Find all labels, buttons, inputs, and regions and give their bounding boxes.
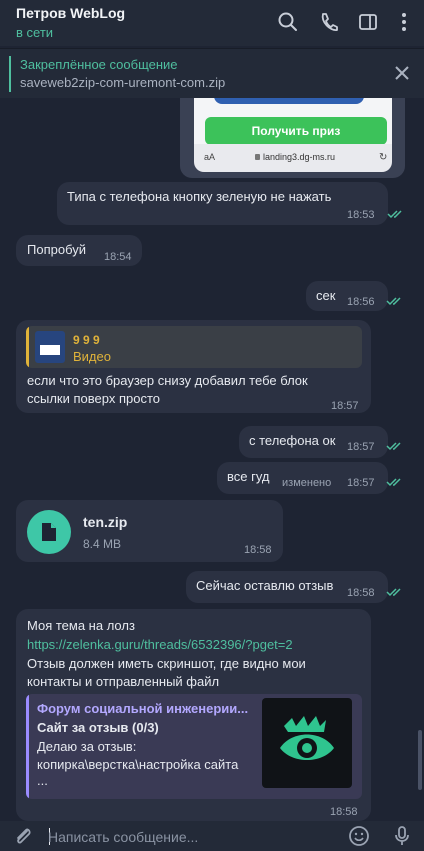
pinned-title: Закреплённое сообщение	[20, 57, 178, 72]
link-preview-desc-line: Делаю за отзыв:	[37, 739, 137, 754]
message-time: 18:56	[347, 296, 375, 308]
more-icon[interactable]	[393, 11, 415, 33]
message-outgoing[interactable]: с телефона ок 18:57	[239, 426, 401, 458]
double-check-icon	[386, 478, 401, 487]
message-time: 18:54	[104, 251, 132, 263]
message-incoming-link[interactable]: Моя тема на лолз https://zelenka.guru/th…	[16, 609, 371, 821]
file-icon-circle[interactable]	[27, 510, 71, 554]
video-thumbnail-card	[40, 345, 60, 355]
message-text-line: ссылки поверх просто	[27, 391, 160, 406]
double-check-icon	[386, 588, 401, 597]
double-check-icon	[386, 442, 401, 451]
message-text-line: если что это браузер снизу добавил тебе …	[27, 373, 308, 388]
message-text: все гуд	[227, 469, 270, 484]
link-preview-desc-line: копирка\верстка\настройка сайта	[37, 757, 239, 772]
reply-title: 9 9 9	[73, 333, 100, 347]
microphone-icon[interactable]	[391, 825, 413, 847]
screenshot-aa: aA	[204, 152, 216, 162]
file-name: ten.zip	[83, 514, 128, 530]
message-time: 18:57	[347, 477, 375, 489]
lock-icon	[255, 154, 260, 160]
message-text: Сейчас оставлю отзыв	[196, 578, 334, 593]
scrollbar[interactable]	[418, 730, 422, 790]
reply-quote[interactable]: 9 9 9 Видео	[26, 326, 362, 368]
screenshot-url: landing3.dg-ms.ru	[263, 152, 336, 162]
pinned-accent-bar	[9, 56, 11, 92]
message-time: 18:58	[244, 544, 272, 556]
pinned-message[interactable]: Закреплённое сообщение saveweb2zip-com-u…	[0, 48, 424, 98]
double-check-icon	[387, 210, 402, 219]
link-preview-title: Сайт за отзыв (0/3)	[37, 720, 159, 735]
message-text-line: Моя тема на лолз	[27, 618, 135, 633]
video-thumbnail	[35, 331, 65, 363]
reply-accent-bar	[26, 326, 29, 368]
pinned-text: saveweb2zip-com-uremont-com.zip	[20, 75, 226, 90]
message-text-line: Отзыв должен иметь скриншот, где видно м…	[27, 656, 306, 671]
message-text: с телефона ок	[249, 433, 336, 448]
close-icon[interactable]	[394, 65, 410, 81]
link-preview[interactable]: Форум социальной инженерии... Сайт за от…	[26, 694, 362, 799]
message-time: 18:57	[347, 441, 375, 453]
message-incoming-reply[interactable]: 9 9 9 Видео если что это браузер снизу д…	[16, 320, 371, 413]
message-outgoing[interactable]: все гуд изменено 18:57	[217, 462, 401, 494]
search-icon[interactable]	[277, 11, 299, 33]
message-text: Попробуй	[27, 242, 86, 257]
double-check-icon	[386, 297, 401, 306]
link-preview-accent-bar	[26, 694, 29, 799]
message-text: Типа с телефона кнопку зеленую не нажать	[67, 189, 332, 204]
screenshot-banner	[214, 98, 364, 104]
sidebar-icon[interactable]	[357, 11, 379, 33]
message-time: 18:57	[331, 400, 359, 412]
file-icon	[42, 523, 56, 541]
message-text: сек	[316, 288, 336, 303]
chat-title[interactable]: Петров WebLog	[16, 5, 125, 21]
message-text-line: контакты и отправленный файл	[27, 674, 220, 689]
message-input[interactable]	[48, 826, 338, 848]
message-link[interactable]: https://zelenka.guru/threads/6532396/?pg…	[27, 636, 293, 654]
file-message[interactable]: ten.zip 8.4 MB 18:58	[16, 500, 283, 562]
reload-icon: ↻	[379, 152, 388, 163]
message-incoming[interactable]: Попробуй 18:54	[16, 235, 142, 266]
chat-header: Петров WebLog в сети	[0, 0, 424, 46]
reply-subtitle: Видео	[73, 349, 111, 364]
message-time: 18:58	[347, 587, 375, 599]
eye-logo-icon	[280, 716, 334, 760]
message-composer	[0, 821, 424, 851]
image-message[interactable]: Получить приз aA landing3.dg-ms.ru ↻	[180, 98, 405, 178]
link-preview-site: Форум социальной инженерии...	[37, 701, 249, 716]
message-edited-label: изменено	[282, 477, 332, 489]
message-list[interactable]: Получить приз aA landing3.dg-ms.ru ↻ Тип…	[0, 98, 424, 821]
screenshot-page: Получить приз	[194, 98, 392, 145]
message-outgoing[interactable]: Сейчас оставлю отзыв 18:58	[186, 571, 401, 603]
screenshot-address-bar: aA landing3.dg-ms.ru ↻	[194, 144, 392, 172]
message-time: 18:58	[330, 806, 358, 818]
message-outgoing[interactable]: Типа с телефона кнопку зеленую не нажать…	[57, 182, 402, 225]
phone-icon[interactable]	[318, 11, 340, 33]
attach-icon[interactable]	[12, 825, 34, 847]
message-time: 18:53	[347, 209, 375, 221]
chat-status: в сети	[16, 25, 54, 40]
message-outgoing[interactable]: сек 18:56	[306, 281, 401, 311]
link-preview-thumbnail	[262, 698, 352, 788]
screenshot-green-button: Получить приз	[205, 117, 387, 145]
link-preview-desc-line: ...	[37, 773, 48, 788]
emoji-icon[interactable]	[348, 825, 370, 847]
file-size: 8.4 MB	[83, 537, 122, 551]
